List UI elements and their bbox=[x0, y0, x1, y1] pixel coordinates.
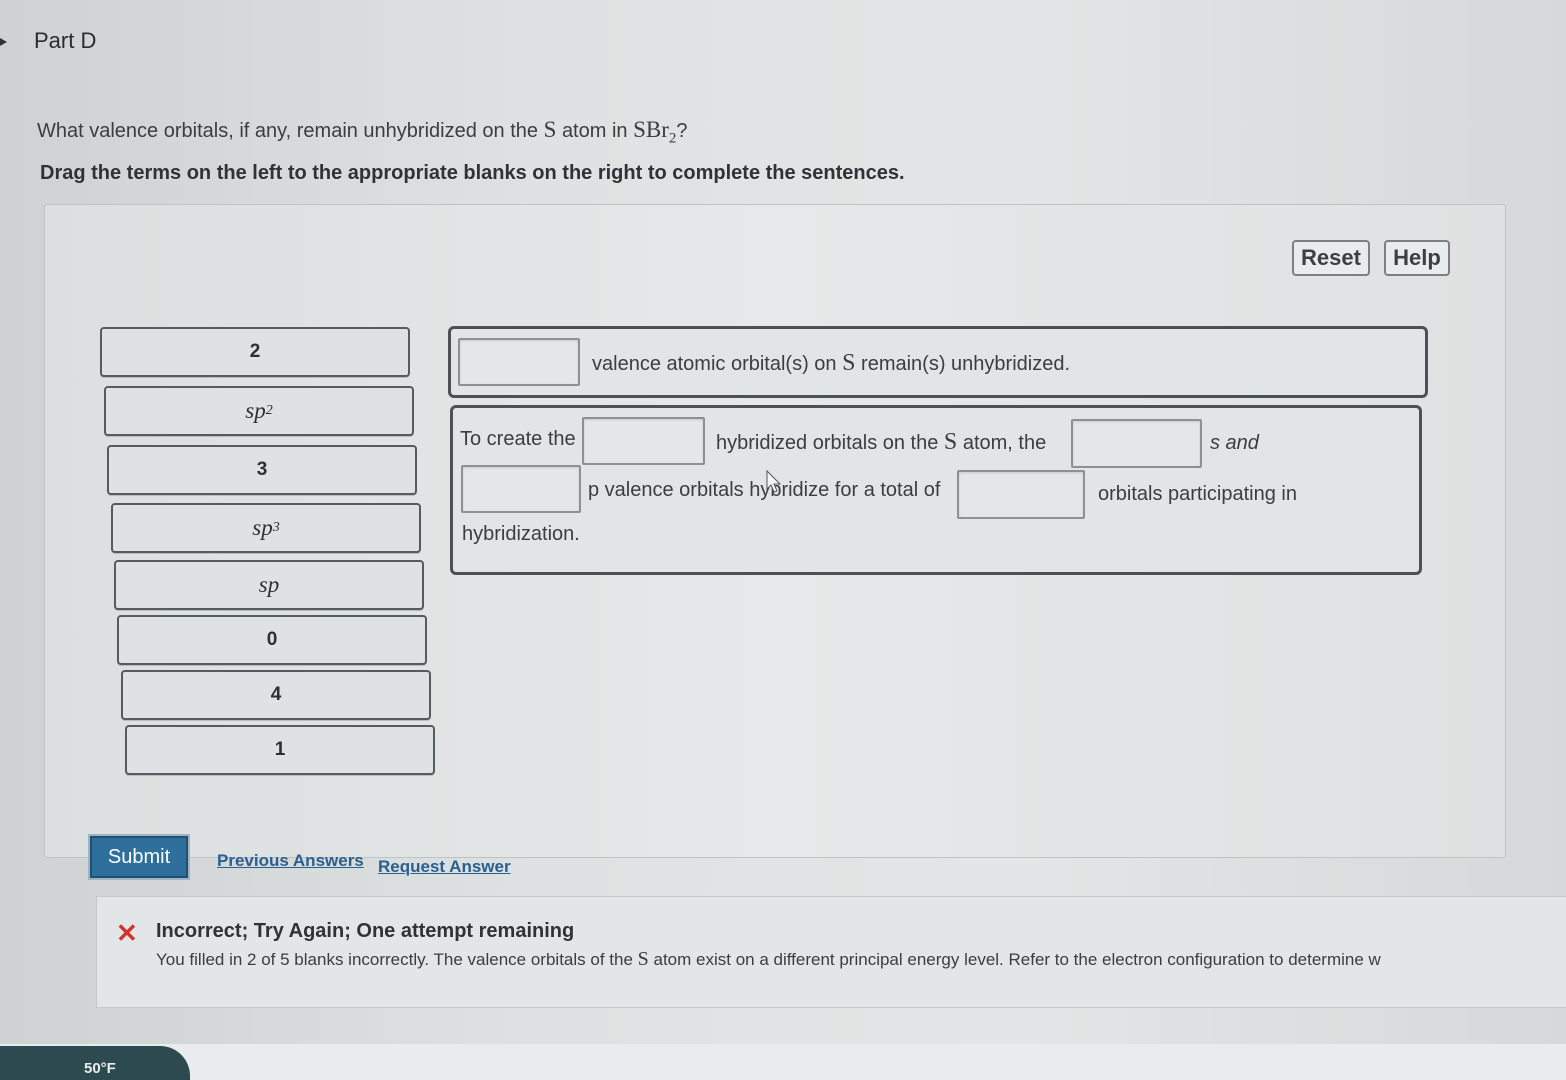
blank-3[interactable] bbox=[1071, 419, 1202, 468]
blank-1[interactable] bbox=[458, 338, 580, 386]
term-3[interactable]: 3 bbox=[107, 445, 417, 495]
feedback-message: You filled in 2 of 5 blanks incorrectly.… bbox=[156, 948, 1381, 970]
sentence-2-p-valence: p valence orbitals hybridize for a total… bbox=[588, 479, 941, 501]
previous-answers-link[interactable]: Previous Answers bbox=[217, 851, 364, 871]
taskbar bbox=[0, 1044, 1566, 1080]
term-0[interactable]: 0 bbox=[117, 615, 427, 665]
blank-4[interactable] bbox=[461, 465, 581, 513]
sentence-2-orbitals-participating: orbitals participating in bbox=[1098, 483, 1297, 505]
blank-2[interactable] bbox=[582, 417, 705, 465]
term-sp2[interactable]: sp 2 bbox=[104, 386, 414, 436]
sentence-1-text: valence atomic orbital(s) on S remain(s)… bbox=[592, 350, 1071, 376]
request-answer-link[interactable]: Request Answer bbox=[378, 857, 511, 877]
term-sp3[interactable]: sp 3 bbox=[111, 503, 421, 553]
collapse-arrow-icon[interactable] bbox=[0, 38, 7, 46]
part-title: Part D bbox=[34, 28, 97, 53]
feedback-title: Incorrect; Try Again; One attempt remain… bbox=[156, 920, 575, 942]
sentence-2-hybridization: hybridization. bbox=[462, 523, 580, 545]
x-icon: ✕ bbox=[116, 918, 138, 948]
term-sp[interactable]: sp bbox=[114, 560, 424, 610]
term-4[interactable]: 4 bbox=[121, 670, 431, 720]
question-text: What valence orbitals, if any, remain un… bbox=[37, 117, 688, 147]
sentence-2-to-create: To create the bbox=[460, 428, 576, 450]
help-button[interactable]: Help bbox=[1384, 240, 1450, 276]
sentence-2-s-and: s and bbox=[1210, 432, 1259, 454]
term-2[interactable]: 2 bbox=[100, 327, 410, 377]
reset-button[interactable]: Reset bbox=[1292, 240, 1370, 276]
blank-5[interactable] bbox=[957, 470, 1085, 519]
submit-button[interactable]: Submit bbox=[90, 836, 188, 878]
sentence-2-hybridized-text: hybridized orbitals on the S atom, the bbox=[716, 429, 1047, 455]
mouse-cursor-icon bbox=[766, 470, 782, 493]
instructions: Drag the terms on the left to the approp… bbox=[40, 162, 905, 184]
term-1[interactable]: 1 bbox=[125, 725, 435, 775]
weather-temperature: 50°F bbox=[84, 1060, 116, 1077]
